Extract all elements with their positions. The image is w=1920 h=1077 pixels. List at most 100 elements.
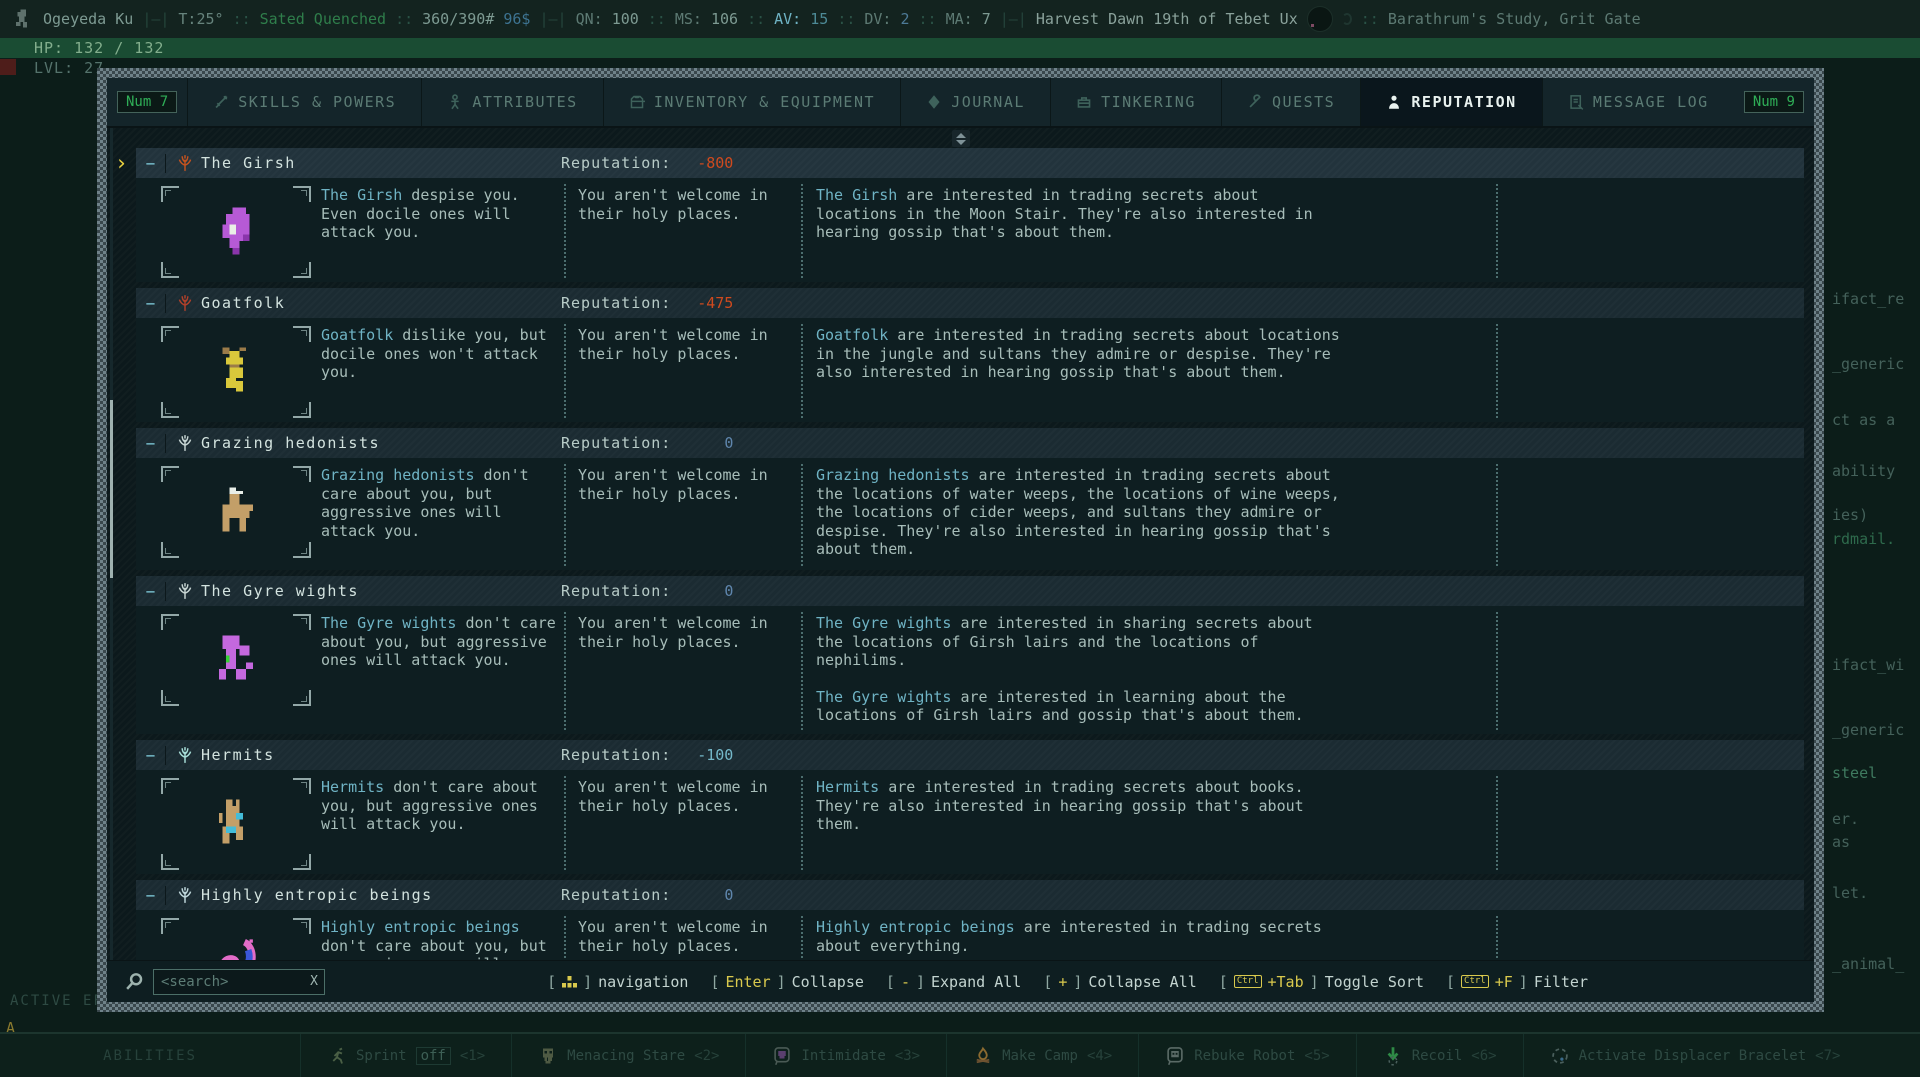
- search-icon: [123, 971, 145, 993]
- collapse-toggle[interactable]: −: [136, 154, 166, 173]
- faction-summary: The Girsh despise you. Even docile ones …: [319, 184, 564, 278]
- faction-header[interactable]: − Highly entropic beings Reputation:0: [136, 880, 1804, 910]
- faction-header[interactable]: − The Gyre wights Reputation:0: [136, 576, 1804, 606]
- tab-reputation[interactable]: REPUTATION: [1360, 78, 1541, 126]
- background-log-fragment: rdmail.: [1832, 530, 1895, 548]
- faction-detail: Hermits don't care about you, but aggres…: [136, 770, 1804, 874]
- player-name: Ogeyeda Ku: [43, 10, 133, 28]
- faction-tree-icon: [176, 886, 194, 904]
- moon-crescent-icon: [1342, 13, 1352, 25]
- faction-summary: Hermits don't care about you, but aggres…: [319, 776, 564, 870]
- collapse-toggle[interactable]: −: [136, 294, 166, 313]
- search-input[interactable]: [154, 970, 324, 994]
- hint-expand-all: [-] Expand All: [886, 973, 1021, 991]
- search-box: X: [153, 969, 325, 995]
- selection-arrow: ›: [115, 150, 128, 176]
- keyboard-hints: [ ] navigation [Enter] Collapse [-] Expa…: [547, 973, 1588, 991]
- tab-attributes[interactable]: ATTRIBUTES: [421, 78, 602, 126]
- level-marker: [0, 59, 16, 75]
- stat-qn: QN: 100: [576, 10, 639, 28]
- background-log-fragment: _generic: [1832, 721, 1904, 739]
- tab-key-hint-right: Num 9: [1744, 91, 1804, 113]
- hp-bar: HP: 132 / 132: [0, 38, 1920, 58]
- tab-quests[interactable]: QUESTS: [1221, 78, 1360, 126]
- collapse-toggle[interactable]: −: [136, 582, 166, 601]
- tab-tinkering[interactable]: TINKERING: [1050, 78, 1221, 126]
- faction-interests: The Girsh are interested in trading secr…: [801, 184, 1496, 278]
- faction-holy-status: You aren't welcome in their holy places.: [564, 916, 801, 960]
- scroll-indicator[interactable]: [952, 130, 970, 147]
- ability-make-camp: Make Camp <4>: [946, 1034, 1138, 1077]
- faction-row-gyre-wights: − The Gyre wights Reputation:0: [136, 576, 1804, 734]
- faction-portrait-cell: [136, 324, 319, 418]
- ctrl-key-icon: Ctrl: [1461, 975, 1489, 988]
- faction-header[interactable]: › − The Girsh Reputation:-800: [136, 148, 1804, 178]
- armor-icon: [629, 94, 645, 110]
- modal-footer: X [ ] navigation [Enter] Collapse [-]: [107, 960, 1814, 1002]
- faction-row-highly-entropic-beings: − Highly entropic beings Reputation:0: [136, 880, 1804, 960]
- scrollbar-thumb[interactable]: [110, 400, 113, 578]
- faction-name: The Girsh: [201, 154, 296, 172]
- sprint-state: off: [416, 1047, 451, 1065]
- background-log-fragment: er.: [1832, 810, 1859, 828]
- tab-skills-powers[interactable]: SKILLS & POWERS: [187, 78, 421, 126]
- sprint-icon: [327, 1046, 347, 1066]
- tab-message-log[interactable]: MESSAGE LOG: [1542, 78, 1734, 126]
- hint-collapse-all: [+] Collapse All: [1043, 973, 1196, 991]
- faction-portrait-cell: [136, 464, 319, 566]
- faction-list: › − The Girsh Reputation:-800: [107, 128, 1814, 960]
- collapse-toggle[interactable]: −: [136, 434, 166, 453]
- clear-search-button[interactable]: X: [310, 974, 318, 989]
- background-log-fragment: ifact_re: [1832, 290, 1904, 308]
- ability-rebuke-robot: Rebuke Robot <5>: [1138, 1034, 1355, 1077]
- faction-summary: The Gyre wights don't care about you, bu…: [319, 612, 564, 730]
- reputation-value: Reputation:0: [561, 428, 733, 458]
- reputation-value: Reputation:-475: [561, 288, 733, 318]
- faction-name: Goatfolk: [201, 294, 285, 312]
- collapse-toggle[interactable]: −: [136, 886, 166, 905]
- faction-row-goatfolk: − Goatfolk Reputation:-475: [136, 288, 1804, 422]
- tab-journal[interactable]: JOURNAL: [900, 78, 1050, 126]
- campfire-icon: [973, 1046, 993, 1066]
- faction-tree-icon: [176, 154, 194, 172]
- background-log-fragment: _animal_: [1832, 955, 1904, 973]
- goatfolk-creature-sprite: [209, 342, 263, 400]
- reputation-window: Num 7 SKILLS & POWERS ATTRIBUTES INVENTO…: [97, 68, 1824, 1012]
- carry-weight: 360/390#: [422, 10, 494, 28]
- toolbox-icon: [1076, 94, 1092, 110]
- faction-detail: Goatfolk dislike you, but docile ones wo…: [136, 318, 1804, 422]
- book-icon: [926, 94, 942, 110]
- tab-key-hint-left: Num 7: [117, 91, 177, 113]
- game-screen: Ogeyeda Ku |—| T:25° :: Sated Quenched :…: [0, 0, 1920, 1077]
- faction-tree-icon: [176, 582, 194, 600]
- abilities-panel-label: ABILITIES: [0, 1048, 300, 1064]
- note-icon: [1568, 94, 1584, 110]
- faction-header[interactable]: − Grazing hedonists Reputation:0: [136, 428, 1804, 458]
- tab-inventory-equipment[interactable]: INVENTORY & EQUIPMENT: [603, 78, 900, 126]
- collapse-toggle[interactable]: −: [136, 746, 166, 765]
- faction-header[interactable]: − Hermits Reputation:-100: [136, 740, 1804, 770]
- faction-detail: The Girsh despise you. Even docile ones …: [136, 178, 1804, 282]
- hint-filter: [Ctrl+F] Filter: [1446, 973, 1588, 991]
- money: 96$: [503, 10, 530, 28]
- faction-row-grazing-hedonists: − Grazing hedonists Reputation:0: [136, 428, 1804, 570]
- hud-topbar: Ogeyeda Ku |—| T:25° :: Sated Quenched :…: [0, 0, 1920, 38]
- faction-header[interactable]: − Goatfolk Reputation:-475: [136, 288, 1804, 318]
- faction-interests: Hermits are interested in trading secret…: [801, 776, 1496, 870]
- faction-portrait-cell: [136, 184, 319, 278]
- sword-icon: [213, 94, 229, 110]
- faction-portrait-cell: [136, 916, 319, 960]
- faction-tree-icon: [176, 434, 194, 452]
- reputation-person-icon: [1386, 94, 1402, 110]
- background-log-fragment: steel: [1832, 764, 1877, 782]
- ability-sprint: Sprint off <1>: [300, 1034, 511, 1077]
- hint-navigation: [ ] navigation: [547, 973, 688, 991]
- stat-av: AV: 15: [774, 10, 828, 28]
- faction-name: Hermits: [201, 746, 275, 764]
- faction-name: Grazing hedonists: [201, 434, 380, 452]
- skull-icon: [538, 1046, 558, 1066]
- faction-holy-status: You aren't welcome in their holy places.: [564, 776, 801, 870]
- creature-portrait: [161, 326, 311, 418]
- tab-bar: Num 7 SKILLS & POWERS ATTRIBUTES INVENTO…: [107, 78, 1814, 128]
- background-log-fragment: _generic: [1832, 355, 1904, 373]
